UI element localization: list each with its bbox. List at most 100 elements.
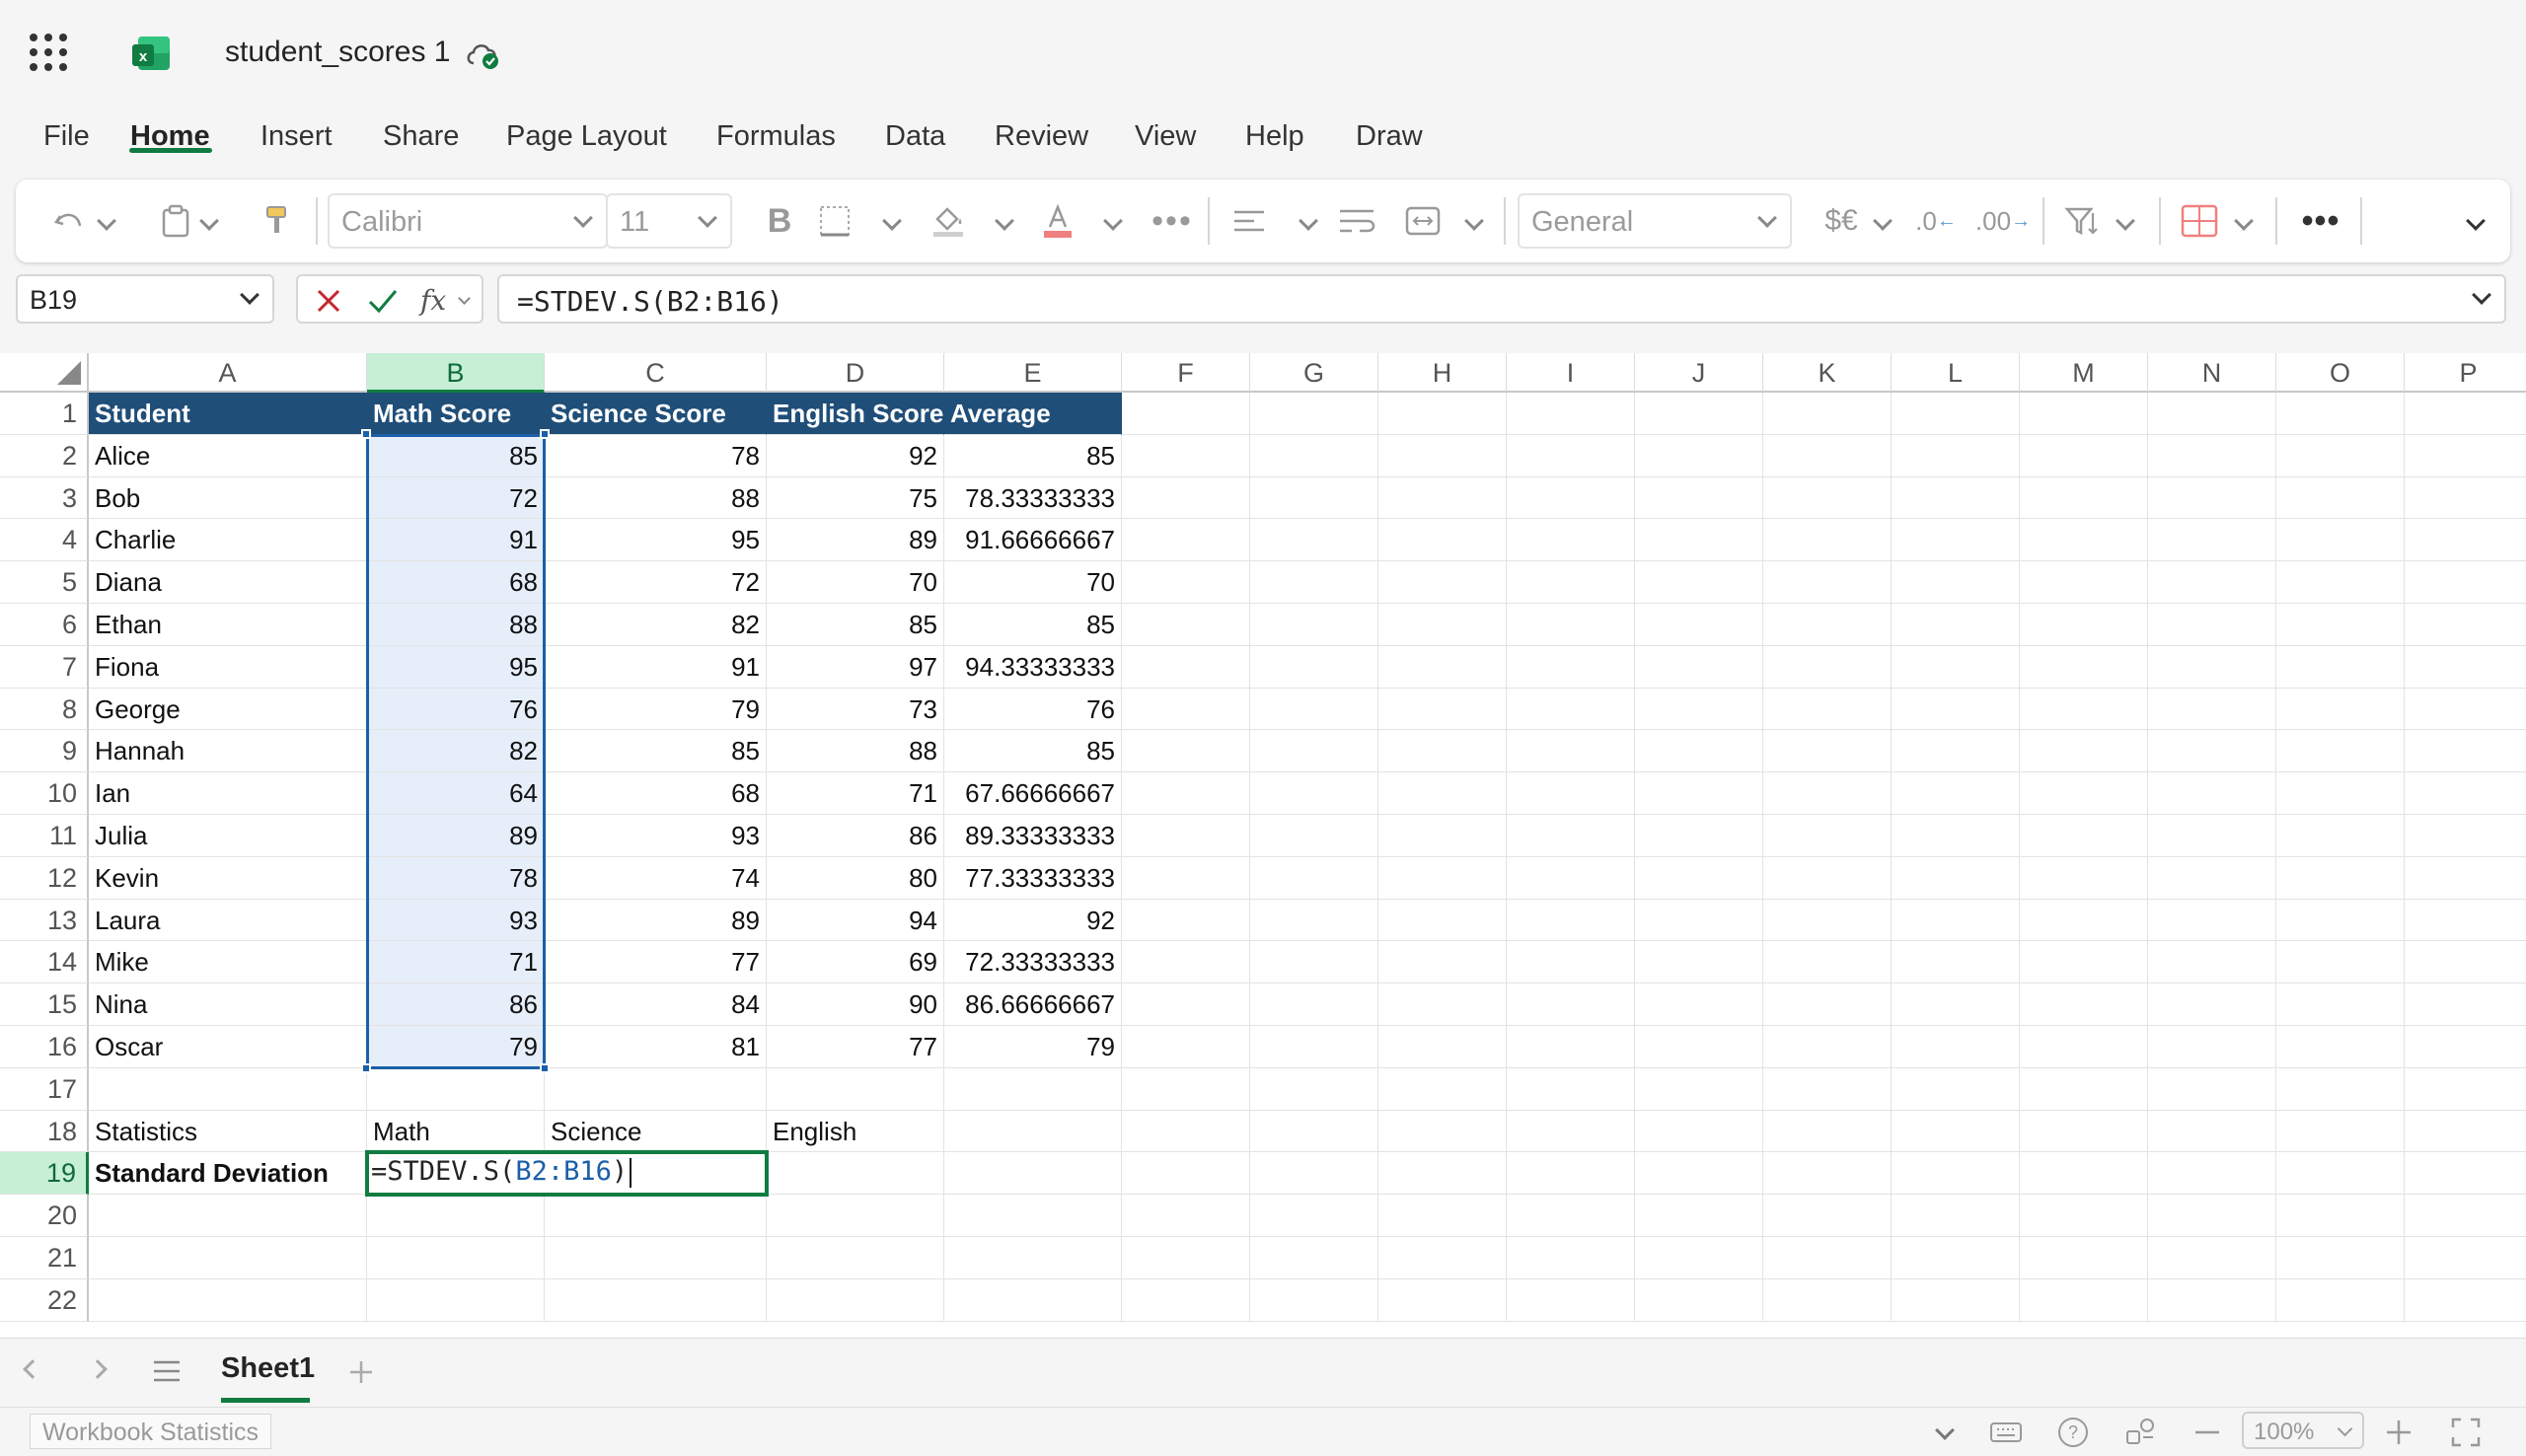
cell-B3[interactable]: 72 [367,476,545,520]
cell-C5[interactable]: 72 [545,561,767,604]
cell-D15[interactable]: 90 [767,983,944,1026]
cell-O2[interactable] [2276,434,2405,477]
cell-I3[interactable] [1507,476,1635,520]
cell-L1[interactable] [1892,393,2020,435]
cell-L6[interactable] [1892,604,2020,646]
bold-icon[interactable]: B [760,180,799,262]
cell-O1[interactable] [2276,393,2405,435]
cell-O3[interactable] [2276,476,2405,520]
cell-N17[interactable] [2148,1067,2276,1111]
cell-styles-dropdown-icon[interactable] [2232,180,2256,262]
cell-F19[interactable] [1122,1152,1250,1196]
cell-L16[interactable] [1892,1026,2020,1068]
cell-F18[interactable] [1122,1110,1250,1153]
cell-N16[interactable] [2148,1026,2276,1068]
cell-G20[interactable] [1250,1195,1378,1237]
cell-J7[interactable] [1635,645,1763,689]
menu-file[interactable]: File [43,120,90,153]
cell-D19[interactable] [767,1152,944,1196]
cell-C21[interactable] [545,1237,767,1279]
cell-C1[interactable]: Science Score [545,393,767,435]
cell-E20[interactable] [944,1195,1122,1237]
row-header-2[interactable]: 2 [0,434,89,477]
cell-H12[interactable] [1378,856,1507,900]
menu-view[interactable]: View [1135,120,1196,153]
cell-O19[interactable] [2276,1152,2405,1196]
cell-E1[interactable]: Average [944,393,1122,435]
cell-D17[interactable] [767,1067,944,1111]
cell-O10[interactable] [2276,772,2405,815]
cell-E6[interactable]: 85 [944,604,1122,646]
row-header-3[interactable]: 3 [0,476,89,520]
borders-icon[interactable] [815,180,854,262]
cell-E18[interactable] [944,1110,1122,1153]
cell-N8[interactable] [2148,688,2276,731]
cell-L22[interactable] [1892,1278,2020,1322]
cell-K13[interactable] [1763,899,1892,942]
cell-B13[interactable]: 93 [367,899,545,942]
cell-C2[interactable]: 78 [545,434,767,477]
cell-D8[interactable]: 73 [767,688,944,731]
row-header-5[interactable]: 5 [0,561,89,604]
cell-E12[interactable]: 77.33333333 [944,856,1122,900]
cell-J14[interactable] [1635,941,1763,984]
zoom-select[interactable]: 100% [2242,1412,2364,1449]
cell-B16[interactable]: 79 [367,1026,545,1068]
cloud-saved-icon[interactable] [464,37,503,71]
cell-K22[interactable] [1763,1278,1892,1322]
cell-M19[interactable] [2020,1152,2148,1196]
cell-N19[interactable] [2148,1152,2276,1196]
cell-I13[interactable] [1507,899,1635,942]
wrap-text-icon[interactable] [1336,180,1379,262]
cell-B18[interactable]: Math [367,1110,545,1153]
status-expand-icon[interactable] [1935,1420,1955,1440]
cell-K8[interactable] [1763,688,1892,731]
cell-M20[interactable] [2020,1195,2148,1237]
cell-K6[interactable] [1763,604,1892,646]
cell-J4[interactable] [1635,519,1763,562]
cell-O6[interactable] [2276,604,2405,646]
cell-C4[interactable]: 95 [545,519,767,562]
cell-K16[interactable] [1763,1026,1892,1068]
cell-M3[interactable] [2020,476,2148,520]
cell-E8[interactable]: 76 [944,688,1122,731]
cell-D20[interactable] [767,1195,944,1237]
cell-B10[interactable]: 64 [367,772,545,815]
cell-O17[interactable] [2276,1067,2405,1111]
more-icon[interactable]: ••• [1149,180,1196,262]
cell-M12[interactable] [2020,856,2148,900]
cell-M5[interactable] [2020,561,2148,604]
cell-P12[interactable] [2405,857,2526,900]
cell-M7[interactable] [2020,645,2148,689]
insert-function-icon[interactable]: fx [420,284,446,317]
cell-G7[interactable] [1250,645,1378,689]
row-header-18[interactable]: 18 [0,1110,89,1153]
cell-P22[interactable] [2405,1279,2526,1322]
cell-H6[interactable] [1378,604,1507,646]
cell-D21[interactable] [767,1237,944,1279]
cell-C10[interactable]: 68 [545,772,767,815]
cell-K1[interactable] [1763,393,1892,435]
cell-F5[interactable] [1122,561,1250,604]
workbook-statistics-button[interactable]: Workbook Statistics [30,1414,272,1449]
cell-M9[interactable] [2020,730,2148,773]
cell-K2[interactable] [1763,434,1892,477]
font-color-icon[interactable] [1038,180,1077,262]
column-header-A[interactable]: A [89,353,367,393]
cell-L18[interactable] [1892,1110,2020,1153]
row-header-20[interactable]: 20 [0,1195,89,1237]
cell-A21[interactable] [89,1237,367,1279]
cell-A1[interactable]: Student [89,393,367,435]
cell-H11[interactable] [1378,815,1507,857]
cell-N3[interactable] [2148,476,2276,520]
help-icon[interactable]: ? [2056,1416,2090,1449]
cell-A8[interactable]: George [89,688,367,731]
cell-H5[interactable] [1378,561,1507,604]
cell-E10[interactable]: 67.66666667 [944,772,1122,815]
menu-insert[interactable]: Insert [260,120,333,153]
cell-F4[interactable] [1122,519,1250,562]
cell-N11[interactable] [2148,815,2276,857]
cell-K17[interactable] [1763,1067,1892,1111]
cell-D10[interactable]: 71 [767,772,944,815]
cell-D11[interactable]: 86 [767,815,944,857]
